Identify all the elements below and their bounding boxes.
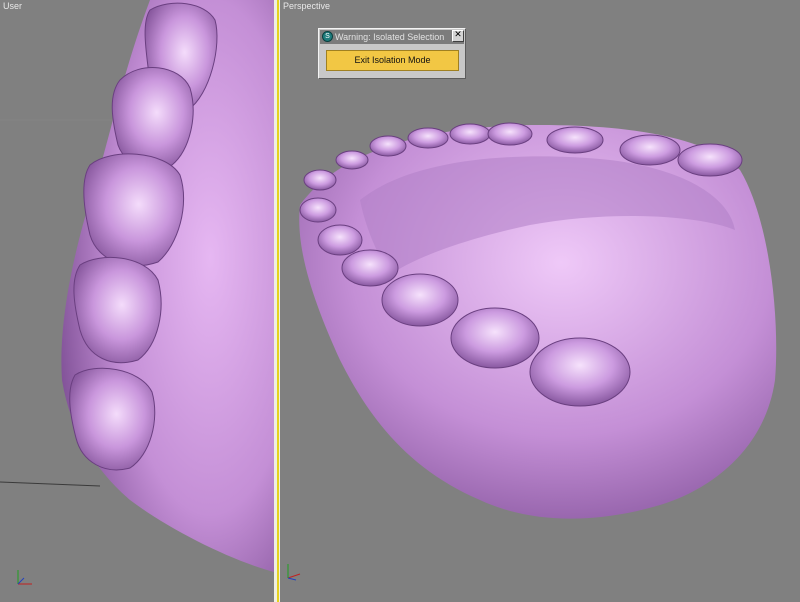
- axis-tripod-icon: [14, 566, 36, 588]
- viewport-user[interactable]: User: [0, 0, 274, 602]
- viewport-perspective[interactable]: Perspective: [280, 0, 800, 602]
- axis-tripod-icon-perspective: [282, 560, 304, 582]
- app-logo-icon: S: [322, 31, 333, 42]
- dialog-title: Warning: Isolated Selection: [335, 32, 445, 42]
- close-icon[interactable]: ✕: [452, 30, 464, 42]
- active-viewport-border: [277, 0, 279, 602]
- dialog-title-bar[interactable]: S Warning: Isolated Selection: [320, 30, 464, 44]
- jaw-model-perspective-view[interactable]: [280, 0, 800, 602]
- jaw-model-side-view[interactable]: [0, 0, 274, 602]
- exit-isolation-mode-button[interactable]: Exit Isolation Mode: [326, 50, 459, 71]
- isolation-warning-dialog[interactable]: S Warning: Isolated Selection ✕ Exit Iso…: [318, 28, 466, 79]
